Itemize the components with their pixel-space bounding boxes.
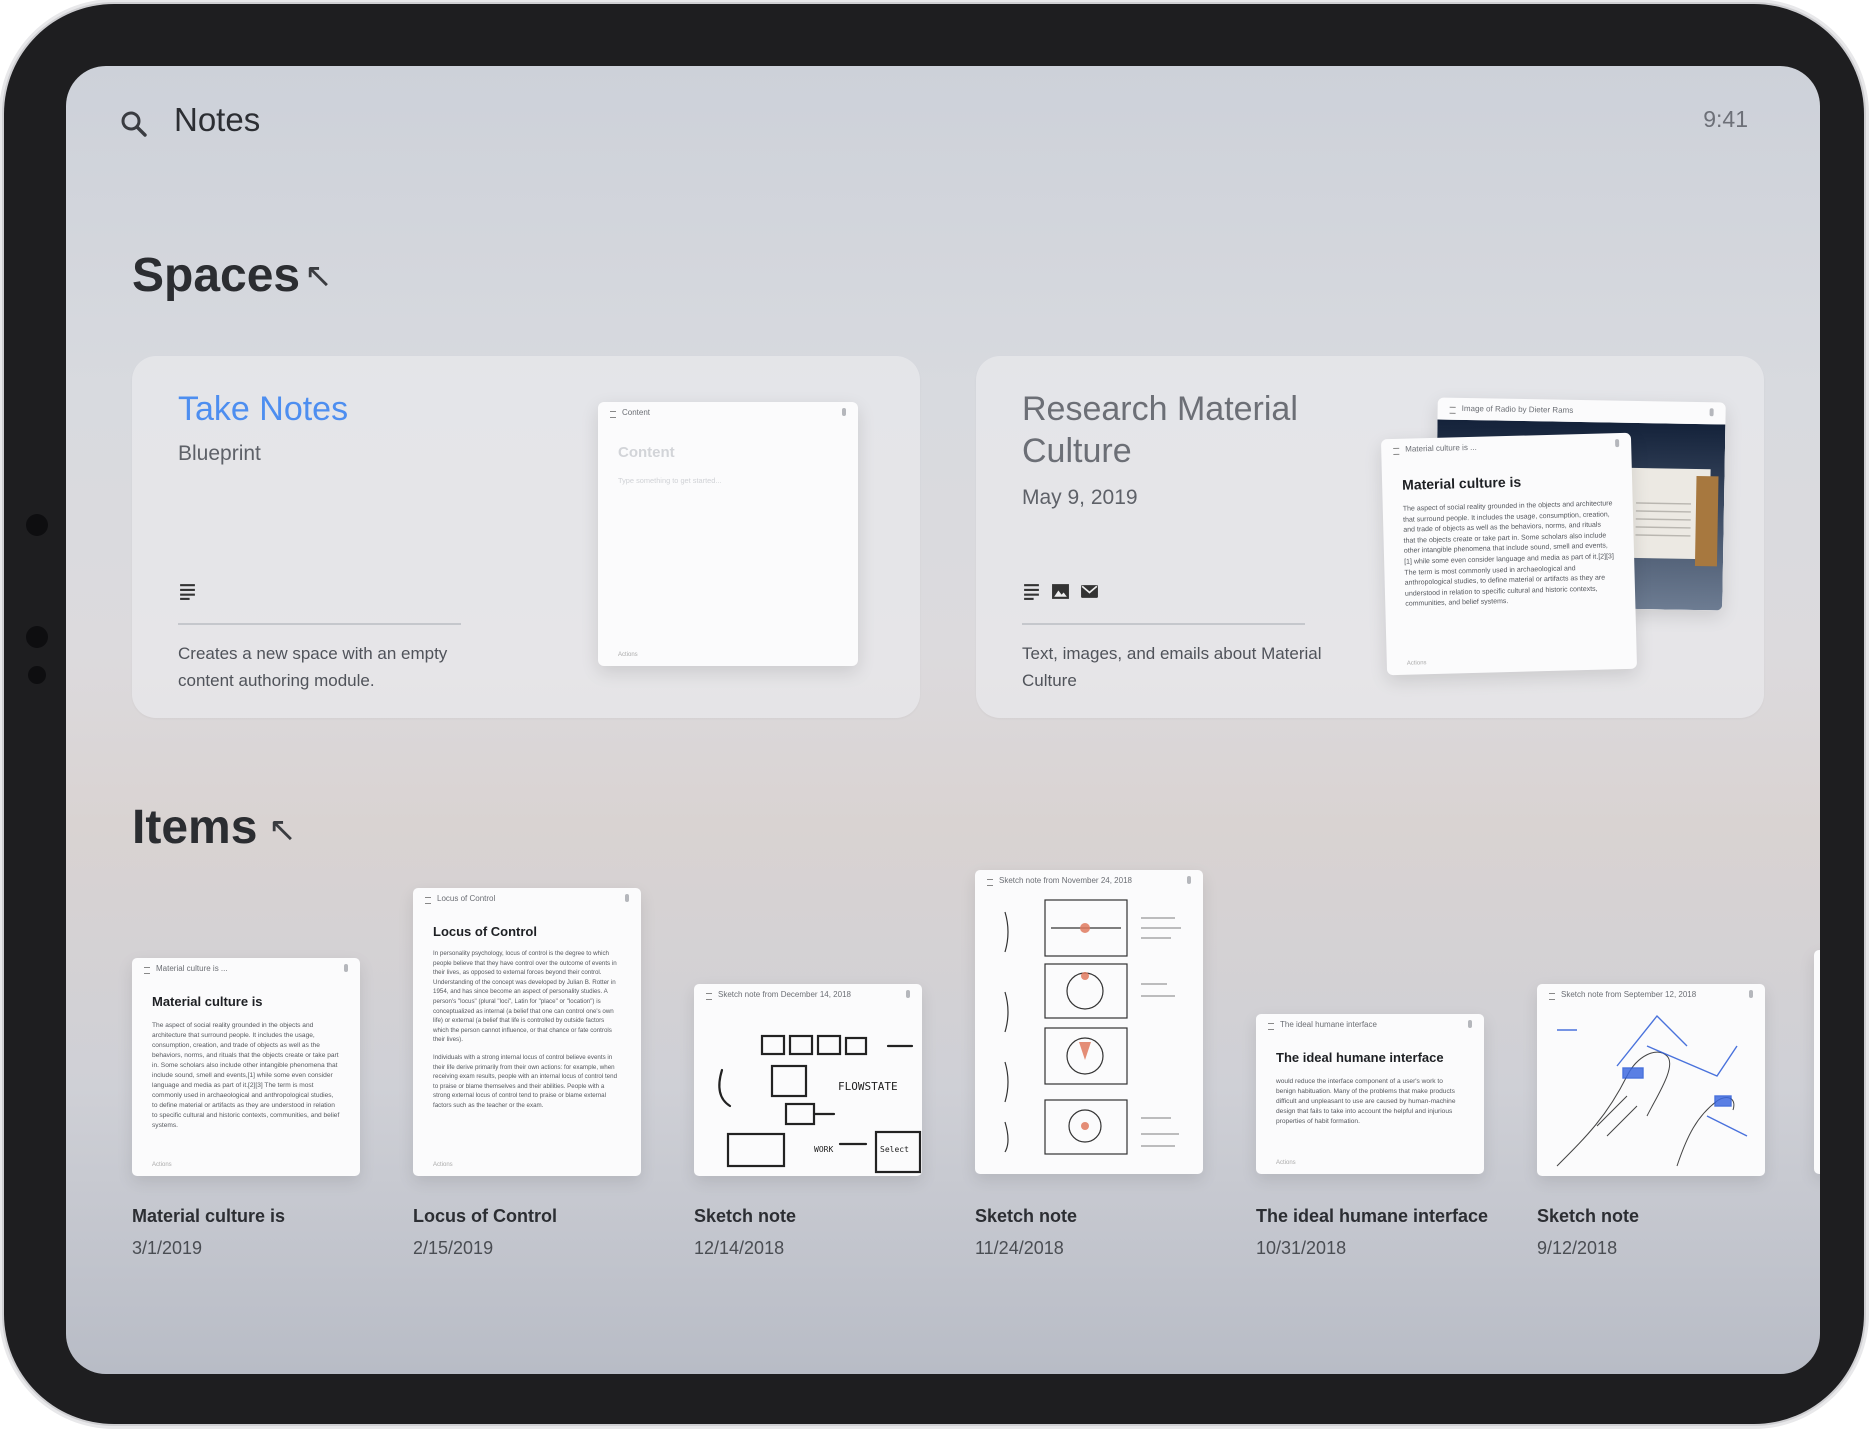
preview-title: Content [618, 444, 675, 461]
item-thumbnail-sketch-dec[interactable]: Sketch note from December 14, 2018 FLOWS… [694, 984, 922, 1176]
thumb-header: Locus of Control [413, 888, 641, 910]
mic-icon [1709, 408, 1714, 417]
side-sensor [26, 626, 48, 648]
mic-icon [1187, 876, 1191, 884]
thumb-footer: Actions [433, 1162, 453, 1168]
sketch-drawing [1004, 899, 1181, 1155]
item-title[interactable]: Sketch note [975, 1206, 1077, 1227]
mic-icon [1615, 439, 1620, 448]
thumb-header: Sketch note from December 14, 2018 [694, 984, 922, 1006]
item-thumbnail-ideal-humane-interface[interactable]: The ideal humane interface The ideal hum… [1256, 1014, 1484, 1174]
thumb-footer: Actions [1276, 1160, 1296, 1166]
thumb-title: Locus of Control [433, 924, 537, 939]
mail-icon [1081, 585, 1098, 598]
preview-footer: Actions [1406, 660, 1427, 667]
item-date: 11/24/2018 [975, 1238, 1064, 1258]
item-date: 3/1/2019 [132, 1238, 203, 1258]
divider [1022, 623, 1305, 625]
image-icon [1052, 584, 1069, 599]
thumb-footer: Actions [152, 1162, 172, 1168]
thumb-title: The ideal humane interface [1276, 1050, 1444, 1065]
item-thumbnail-next[interactable] [1814, 950, 1820, 1174]
preview-title: Material culture is [1401, 473, 1522, 493]
mic-icon [906, 990, 910, 998]
item-thumbnail-sketch-sep[interactable]: Sketch note from September 12, 2018 [1537, 984, 1765, 1176]
thumb-header: The ideal humane interface [1256, 1014, 1484, 1036]
item-date: 2/15/2019 [413, 1238, 494, 1258]
preview-header: Content [598, 402, 858, 424]
divider [178, 623, 461, 625]
thumb-header: Material culture is ... [132, 958, 360, 980]
spaces-expand-arrow-icon[interactable]: ↖ [304, 256, 333, 296]
preview-footer: Actions [618, 652, 638, 658]
item-title[interactable]: The ideal humane interface [1256, 1206, 1488, 1227]
item-thumbnail-locus-of-control[interactable]: Locus of Control Locus of Control In per… [413, 888, 641, 1176]
space-card-title: Research Material Culture [1022, 390, 1298, 470]
sketch-label: WORK [814, 1145, 833, 1154]
thumb-body: In personality psychology, locus of cont… [433, 950, 617, 1044]
space-card-title: Take Notes [178, 390, 349, 428]
items-heading: Items [132, 801, 258, 854]
mic-icon [1468, 1020, 1472, 1028]
text-lines-icon [180, 584, 195, 600]
space-preview-document: Material culture is ... Material culture… [1380, 432, 1638, 676]
thumb-body-paragraph-2: Individuals with a strong internal locus… [433, 1053, 618, 1109]
side-sensor [26, 514, 48, 536]
text-lines-icon [1024, 584, 1039, 600]
space-card-research-material-culture[interactable]: Research Material Culture May 9, 2019 Te… [976, 356, 1764, 718]
sketch-drawing: FLOWSTATE WORK Select [718, 1034, 922, 1174]
space-card-subtitle: Blueprint [178, 442, 261, 465]
item-date: 9/12/2018 [1537, 1238, 1618, 1258]
item-date: 12/14/2018 [694, 1238, 785, 1258]
side-sensor [28, 666, 46, 684]
preview-header: Material culture is ... [1381, 433, 1631, 462]
thumb-body: The aspect of social reality grounded in… [152, 1022, 340, 1129]
preview-placeholder: Type something to get started... [618, 476, 722, 485]
space-card-description: Text, images, and emails about Material … [1022, 644, 1322, 690]
mic-icon [625, 894, 629, 902]
mic-icon [1749, 990, 1753, 998]
space-preview-document: Content Content Type something to get st… [598, 402, 858, 666]
item-thumbnail-sketch-nov[interactable]: Sketch note from November 24, 2018 [975, 870, 1203, 1174]
search-field-title[interactable]: Notes [174, 101, 260, 139]
items-expand-arrow-icon[interactable]: ↖ [268, 810, 297, 850]
space-content-types [178, 582, 197, 601]
space-card-description: Creates a new space with an empty conten… [178, 644, 448, 690]
space-card-take-notes[interactable]: Take Notes Blueprint Creates a new space… [132, 356, 920, 718]
mic-icon [344, 964, 348, 972]
app-screen: Notes 9:41 Spaces ↖ Take Notes Blueprint… [66, 66, 1820, 1374]
sketch-drawing [1556, 1014, 1748, 1167]
mic-icon [842, 408, 846, 416]
thumb-title: Material culture is [152, 994, 263, 1009]
sketch-label: FLOWSTATE [838, 1080, 898, 1093]
item-date: 10/31/2018 [1256, 1238, 1347, 1258]
preview-body: The aspect of social reality grounded in… [1402, 500, 1614, 609]
search-icon[interactable] [120, 110, 148, 138]
space-content-types [1022, 582, 1099, 601]
thumb-header: Sketch note from November 24, 2018 [975, 870, 1203, 892]
thumb-body: would reduce the interface component of … [1276, 1078, 1456, 1125]
item-thumbnail-material-culture[interactable]: Material culture is ... Material culture… [132, 958, 360, 1176]
sketch-label: Select [880, 1145, 909, 1154]
space-card-subtitle: May 9, 2019 [1022, 486, 1138, 509]
ipad-frame: Notes 9:41 Spaces ↖ Take Notes Blueprint… [4, 4, 1864, 1424]
item-title[interactable]: Sketch note [694, 1206, 796, 1227]
status-clock: 9:41 [1703, 106, 1748, 132]
item-title[interactable]: Locus of Control [413, 1206, 557, 1227]
item-title[interactable]: Sketch note [1537, 1206, 1639, 1227]
spaces-heading: Spaces [132, 249, 301, 302]
thumb-header: Sketch note from September 12, 2018 [1537, 984, 1765, 1006]
item-title[interactable]: Material culture is [132, 1206, 285, 1227]
